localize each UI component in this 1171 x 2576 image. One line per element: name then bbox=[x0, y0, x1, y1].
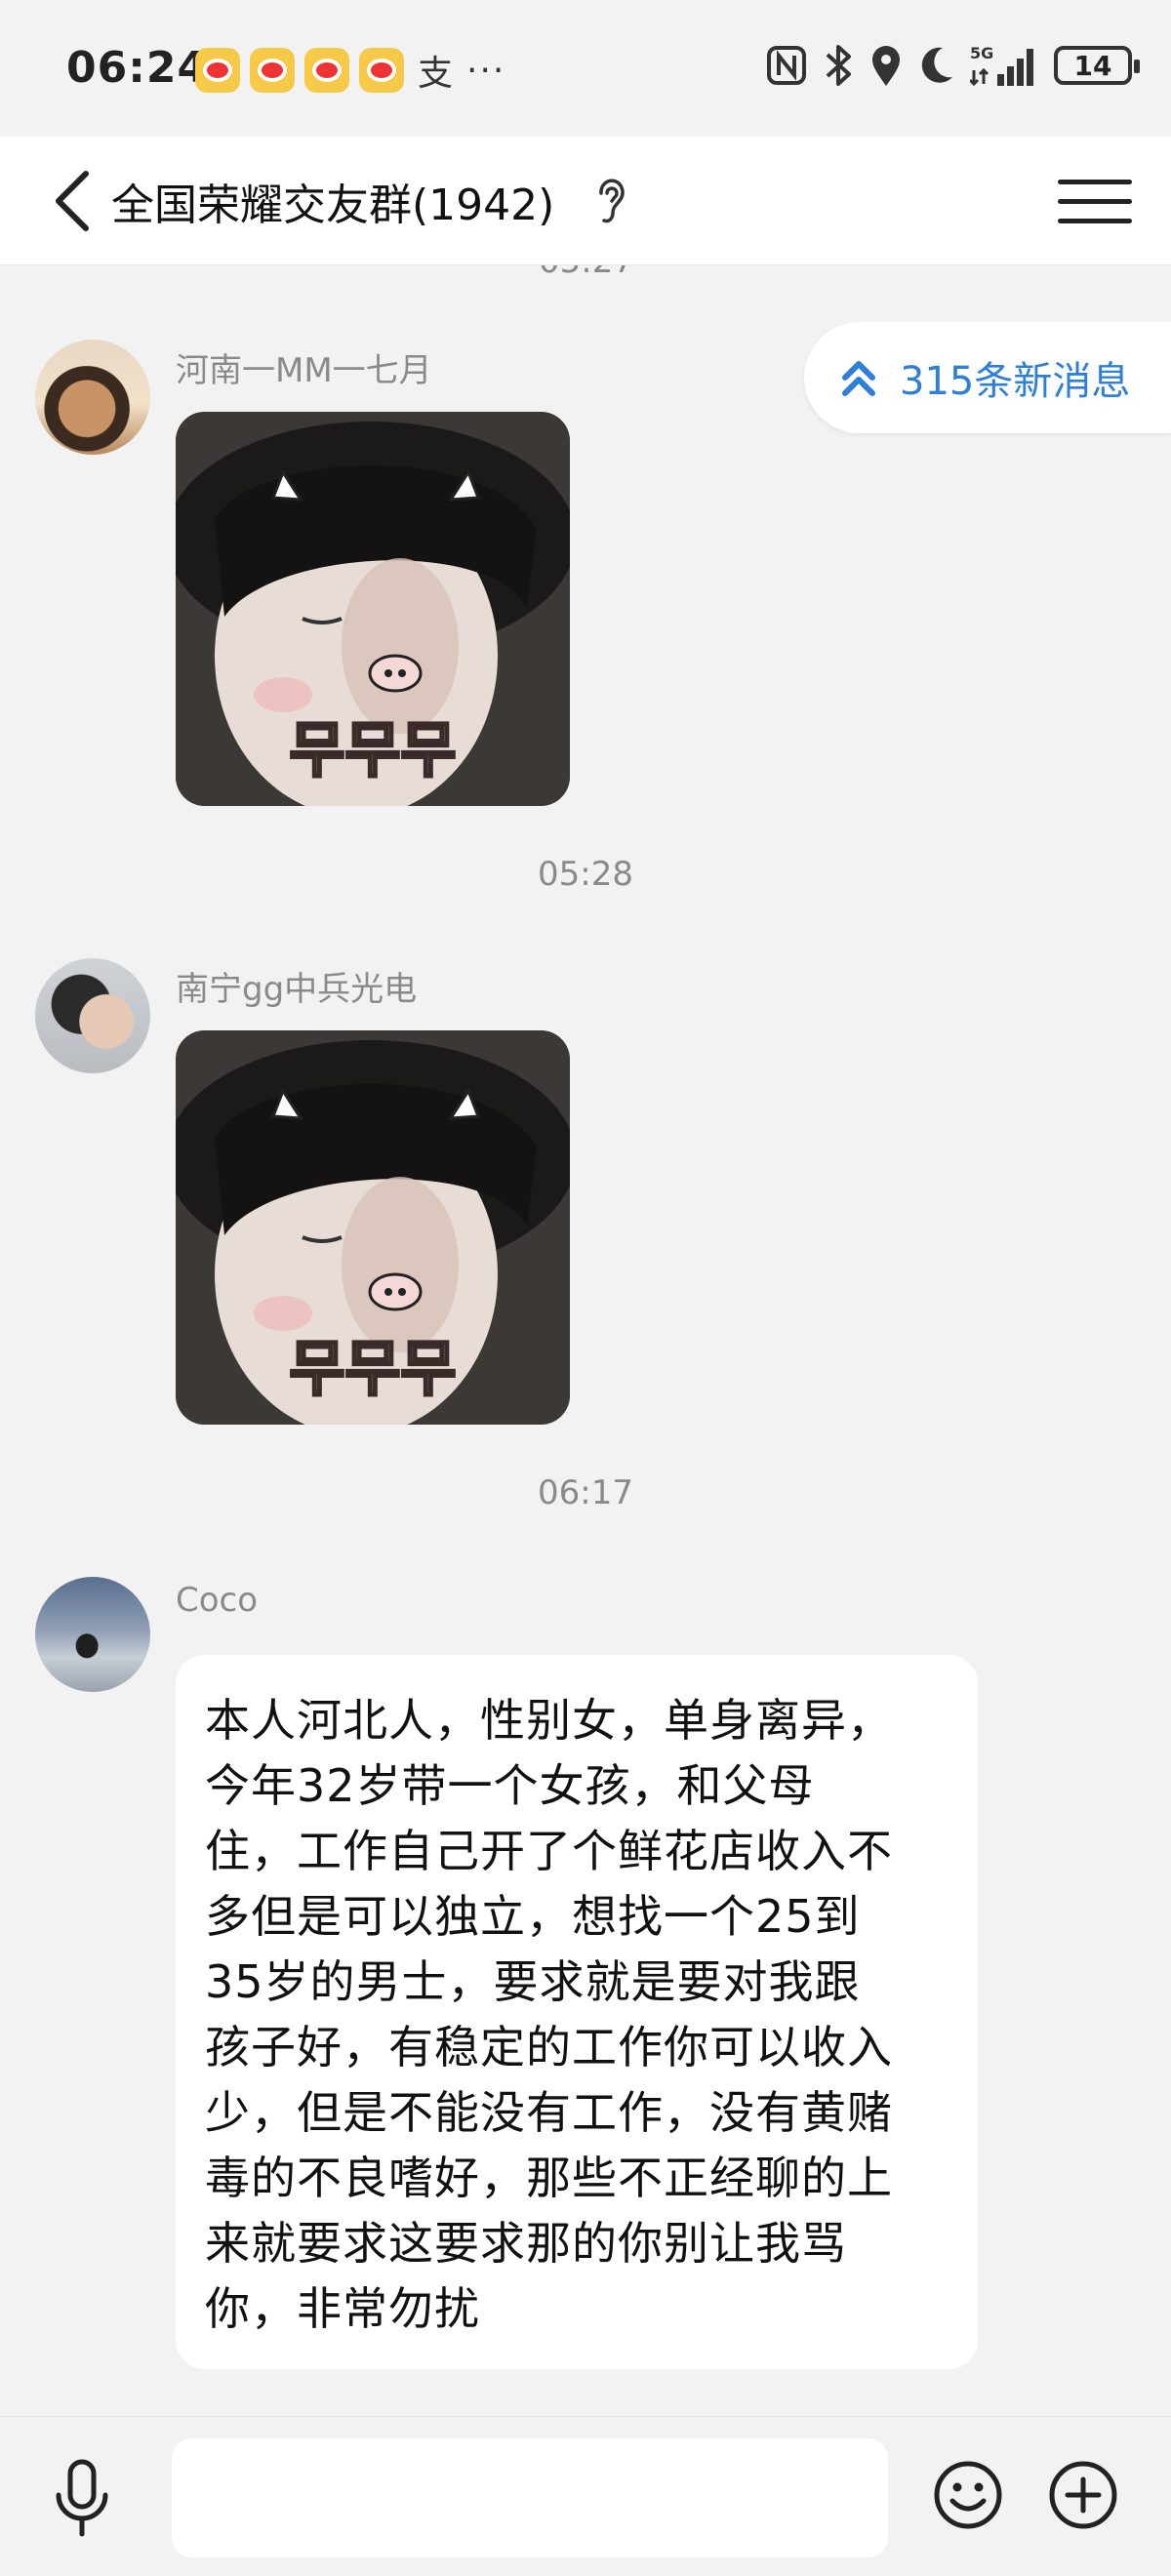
double-chevron-up-icon bbox=[842, 361, 875, 396]
message-line: 35岁的男士，要求就是要对我跟 bbox=[205, 1955, 861, 2008]
message-line: 少，但是不能没有工作，没有黄赌 bbox=[205, 2086, 893, 2139]
menu-button[interactable] bbox=[1058, 164, 1132, 238]
message-line: 今年32岁带一个女孩，和父母 bbox=[205, 1759, 815, 1812]
input-bar bbox=[0, 2416, 1171, 2576]
sticker-image[interactable]: 무무무 bbox=[176, 1030, 570, 1425]
system-icons: 5G 14 bbox=[765, 43, 1140, 88]
sender-name: 河南一MM一七月 bbox=[176, 351, 432, 390]
status-bar: 06:24 支 ··· 5G 14 bbox=[0, 0, 1171, 137]
message-line: 住，工作自己开了个鲜花店收入不 bbox=[205, 1825, 893, 1877]
chat-header: 全国荣耀交友群(1942) bbox=[0, 137, 1171, 265]
location-icon bbox=[872, 46, 900, 86]
timestamp: 06:17 bbox=[538, 1473, 633, 1512]
menu-icon bbox=[1058, 218, 1132, 223]
moon-icon bbox=[921, 47, 952, 83]
svg-text:5G: 5G bbox=[970, 44, 993, 62]
message-input[interactable] bbox=[172, 2438, 888, 2557]
avatar[interactable] bbox=[35, 340, 150, 455]
message-line: 来就要求这要求那的你别让我骂 bbox=[205, 2217, 847, 2270]
menu-icon bbox=[1058, 179, 1132, 184]
back-button[interactable] bbox=[33, 162, 111, 240]
weibo-icon bbox=[359, 48, 404, 93]
weibo-icon bbox=[250, 48, 295, 93]
message-line: 多但是可以独立，想找一个25到 bbox=[205, 1890, 861, 1943]
notification-text: 支 bbox=[418, 54, 454, 94]
voice-button[interactable] bbox=[47, 2456, 117, 2542]
battery-icon: 14 bbox=[1054, 46, 1140, 85]
timestamp: 05:27 bbox=[539, 265, 634, 281]
message-list[interactable]: 05:27 河南一MM一七月 무무무 05:28 南宁gg bbox=[0, 265, 1171, 2412]
signal-icon: 5G bbox=[970, 44, 1033, 87]
emoji-icon bbox=[934, 2461, 1002, 2529]
sender-name: Coco bbox=[176, 1581, 259, 1620]
nfc-icon bbox=[767, 46, 806, 85]
new-messages-button[interactable]: 315条新消息 bbox=[804, 322, 1171, 433]
notification-icons: 支 ··· bbox=[195, 45, 505, 96]
weibo-icon bbox=[195, 48, 240, 93]
sender-name: 南宁gg中兵光电 bbox=[176, 970, 418, 1009]
group-title[interactable]: 全国荣耀交友群(1942) bbox=[111, 170, 554, 232]
sticker-caption: 무무무 bbox=[289, 1333, 456, 1404]
emoji-button[interactable] bbox=[929, 2456, 1007, 2534]
notification-more: ··· bbox=[466, 50, 506, 91]
plus-icon bbox=[1049, 2461, 1117, 2529]
weibo-icon bbox=[304, 48, 349, 93]
sticker-caption: 무무무 bbox=[289, 714, 456, 785]
status-time: 06:24 bbox=[66, 43, 209, 93]
message-line: 你，非常勿扰 bbox=[205, 2282, 480, 2335]
avatar[interactable] bbox=[35, 958, 150, 1073]
menu-icon bbox=[1058, 198, 1132, 204]
message-line: 孩子好，有稳定的工作你可以收入 bbox=[205, 2021, 893, 2073]
chat-screen: 06:24 支 ··· 5G 14 全国荣耀交友群(1942) 河南一MM一七月… bbox=[0, 0, 1171, 2576]
timestamp: 05:28 bbox=[538, 855, 633, 894]
back-arrow-icon bbox=[56, 171, 89, 231]
ear-icon[interactable] bbox=[593, 176, 628, 226]
sticker-image[interactable]: 무무무 bbox=[176, 412, 570, 806]
message-line: 毒的不良嗜好，那些不正经聊的上 bbox=[205, 2152, 893, 2204]
more-button[interactable] bbox=[1044, 2456, 1122, 2534]
new-messages-label: 315条新消息 bbox=[900, 359, 1131, 404]
message-bubble[interactable]: 本人河北人，性别女，单身离异， 今年32岁带一个女孩，和父母 住，工作自己开了个… bbox=[176, 1655, 978, 2369]
message-line: 本人河北人，性别女，单身离异， bbox=[205, 1694, 893, 1747]
microphone-icon bbox=[56, 2459, 108, 2537]
avatar[interactable] bbox=[35, 1577, 150, 1692]
bluetooth-icon bbox=[826, 45, 851, 86]
